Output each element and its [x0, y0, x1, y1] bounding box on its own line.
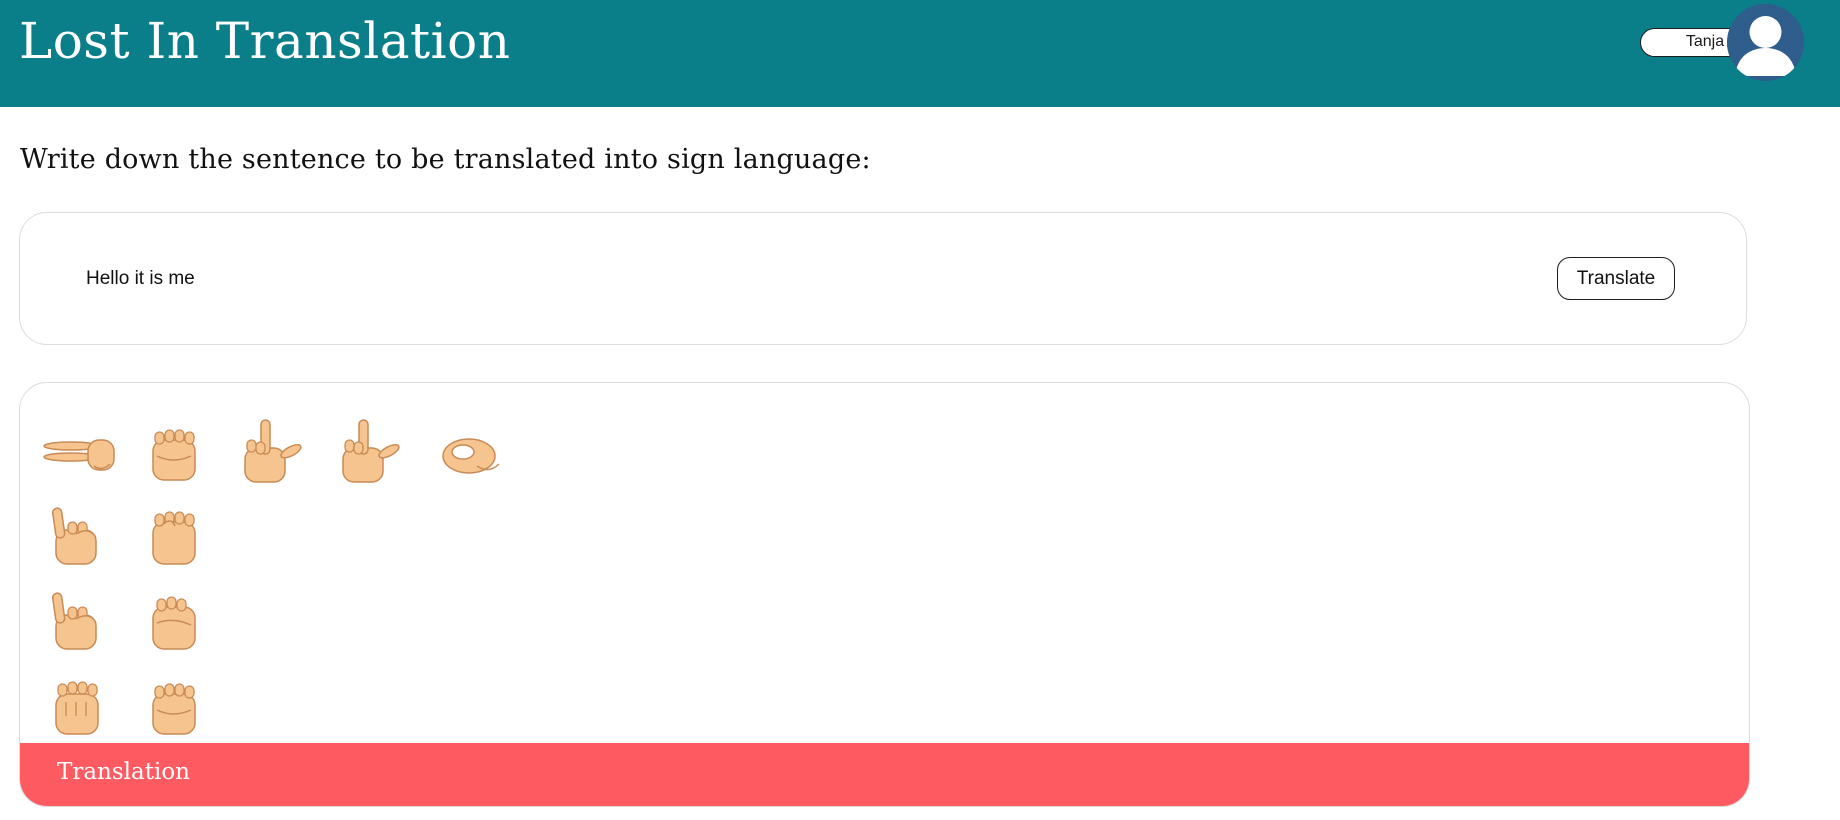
sign-e-icon: [135, 412, 215, 487]
sign-i-icon: [38, 581, 118, 656]
translation-footer: Translation: [20, 743, 1749, 806]
sign-l-icon: [329, 412, 409, 487]
sign-h-icon: [38, 412, 118, 487]
sign-e-icon: [135, 666, 215, 741]
sign-i-icon: [38, 496, 118, 571]
sign-m-icon: [38, 666, 118, 741]
sign-t-icon: [135, 496, 215, 571]
app-title: Lost In Translation: [19, 12, 511, 70]
translation-prompt: Write down the sentence to be translated…: [20, 144, 871, 175]
translate-button[interactable]: Translate: [1557, 257, 1675, 300]
sign-l-icon: [231, 412, 311, 487]
translation-output-card: Translation: [19, 382, 1750, 807]
input-card: Translate: [19, 212, 1747, 345]
user-avatar-icon[interactable]: [1727, 4, 1804, 81]
sign-o-icon: [427, 412, 507, 487]
sentence-input[interactable]: [86, 266, 986, 292]
translation-footer-label: Translation: [57, 759, 190, 785]
sign-s-icon: [135, 581, 215, 656]
app-header: Lost In Translation Tanja: [0, 0, 1840, 107]
